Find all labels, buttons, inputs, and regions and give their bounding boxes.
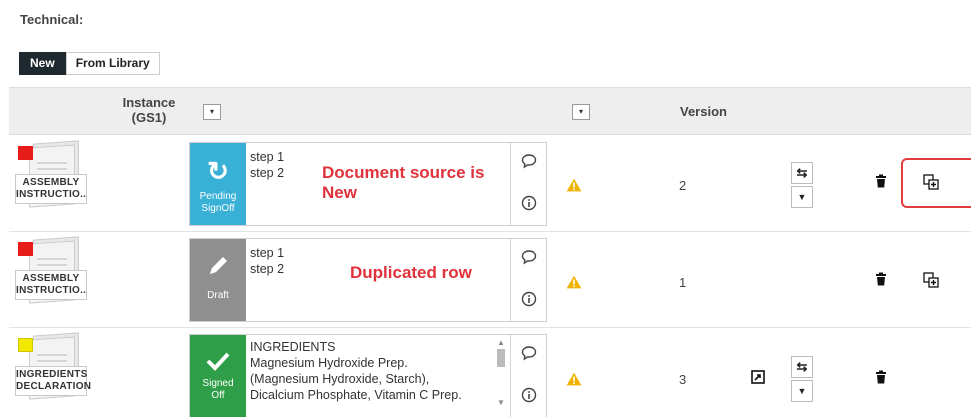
sync-icon[interactable]: ⇆ (791, 162, 813, 184)
info-icon[interactable] (519, 195, 539, 215)
content-line: Dicalcium Phosphate, Vitamin C Prep. (250, 388, 462, 402)
warning-icon (566, 178, 582, 192)
warning-icon (566, 275, 582, 289)
doc-type-label: INGREDIENTS DECLARATION (15, 366, 91, 396)
header-version: Version (680, 104, 727, 119)
sync-control: ⇆ ▼ (791, 162, 815, 210)
delete-icon[interactable] (870, 174, 892, 196)
check-icon (190, 349, 246, 378)
status-actions (510, 335, 546, 417)
table-row: INGREDIENTS DECLARATION Signed Off INGRE… (9, 328, 971, 417)
refresh-icon: ↻ (207, 156, 229, 186)
duplicate-highlight (901, 158, 971, 208)
content-line: INGREDIENTS (250, 340, 336, 354)
content-scrollbar[interactable]: ▲ ▼ (496, 339, 506, 415)
chevron-down-icon[interactable]: ▼ (791, 380, 813, 402)
status-label: Pending SignOff (199, 191, 237, 214)
version-value: 2 (679, 178, 687, 193)
content-line: (Magnesium Hydroxide, Starch), (250, 372, 430, 386)
delete-icon[interactable] (870, 370, 892, 392)
from-library-button[interactable]: From Library (65, 52, 160, 75)
version-value: 3 (679, 372, 687, 387)
doc-type-color-square (18, 338, 33, 352)
status-label: Draft (207, 290, 229, 301)
version-value: 1 (679, 275, 687, 290)
status-badge[interactable]: ↻ Pending SignOff (190, 143, 246, 225)
doc-type-label: ASSEMBLY INSTRUCTIO.. (15, 270, 87, 300)
pencil-icon (190, 253, 246, 284)
warning-icon (566, 372, 582, 386)
new-button[interactable]: New (19, 52, 66, 75)
scroll-thumb[interactable] (497, 349, 505, 367)
content-line: Magnesium Hydroxide Prep. (250, 356, 408, 370)
doc-type-color-square (18, 146, 33, 160)
doc-type-label: ASSEMBLY INSTRUCTIO.. (15, 174, 87, 204)
doc-type-color-square (18, 242, 33, 256)
sync-icon[interactable]: ⇆ (791, 356, 813, 378)
info-icon[interactable] (519, 291, 539, 311)
annotation-source-new: Document source is New (322, 163, 485, 202)
status-actions (510, 143, 546, 225)
instance-filter-button[interactable]: ▾ (203, 104, 221, 120)
status-filter-button[interactable]: ▾ (572, 104, 590, 120)
status-badge[interactable]: Signed Off (190, 335, 246, 417)
comment-icon[interactable] (519, 249, 539, 269)
status-content: INGREDIENTS Magnesium Hydroxide Prep. (M… (250, 339, 508, 403)
info-icon[interactable] (519, 387, 539, 407)
add-button-group: New From Library (19, 52, 160, 75)
open-external-icon[interactable] (747, 370, 769, 392)
status-badge[interactable]: Draft (190, 239, 246, 321)
scroll-down-icon[interactable]: ▼ (496, 399, 506, 407)
delete-icon[interactable] (870, 272, 892, 294)
chevron-down-icon[interactable]: ▼ (791, 186, 813, 208)
duplicate-icon[interactable] (920, 272, 942, 294)
status-label: Signed Off (202, 378, 234, 401)
comment-icon[interactable] (519, 153, 539, 173)
section-title: Technical: (20, 12, 84, 27)
document-thumbnail[interactable]: ASSEMBLY INSTRUCTIO.. (15, 236, 87, 316)
annotation-duplicated: Duplicated row (350, 263, 472, 282)
scroll-up-icon[interactable]: ▲ (496, 339, 506, 347)
document-thumbnail[interactable]: INGREDIENTS DECLARATION (15, 332, 91, 412)
status-card: Signed Off INGREDIENTS Magnesium Hydroxi… (189, 334, 547, 417)
header-instance: Instance (GS1) (122, 95, 176, 125)
sync-control: ⇆ ▼ (791, 356, 815, 404)
document-thumbnail[interactable]: ASSEMBLY INSTRUCTIO.. (15, 140, 87, 220)
comment-icon[interactable] (519, 345, 539, 365)
table-header: Instance (GS1) ▾ ▾ Version (9, 87, 971, 135)
content-line: step 1 (250, 246, 285, 260)
